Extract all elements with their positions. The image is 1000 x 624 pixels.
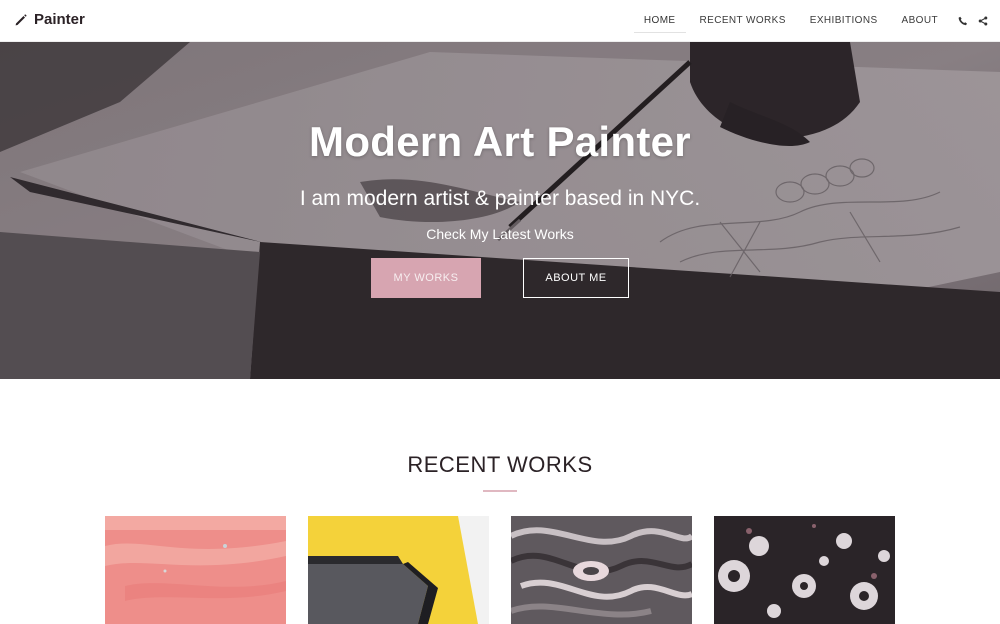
nav-exhibitions[interactable]: EXHIBITIONS (800, 0, 888, 42)
nav-about[interactable]: ABOUT (892, 0, 948, 42)
share-icon[interactable] (976, 0, 990, 42)
hero-section: Modern Art Painter I am modern artist & … (0, 42, 1000, 379)
brand-name: Painter (34, 11, 85, 28)
nav-home[interactable]: HOME (633, 0, 686, 42)
main-nav: HOME RECENT WORKS EXHIBITIONS ABOUT (632, 0, 990, 42)
work-thumbnail-ink-splatter[interactable] (714, 516, 895, 624)
pencil-icon (14, 13, 28, 27)
hero-tagline: Check My Latest Works (426, 226, 574, 242)
work-thumbnail-pink-abstract[interactable] (105, 516, 286, 624)
recent-works-heading: RECENT WORKS (407, 452, 593, 477)
nav-recent-works[interactable]: RECENT WORKS (690, 0, 796, 42)
section-divider (483, 490, 517, 492)
hero-subtitle: I am modern artist & painter based in NY… (299, 187, 701, 210)
phone-icon[interactable] (956, 0, 970, 42)
work-thumbnail-marble-swirl[interactable] (511, 516, 692, 624)
site-header: Painter HOME RECENT WORKS EXHIBITIONS AB… (0, 0, 1000, 42)
hero-title: Modern Art Painter (309, 118, 691, 165)
about-me-button[interactable]: ABOUT ME (523, 258, 629, 298)
work-thumbnail-yellow-geometric[interactable] (308, 516, 489, 624)
my-works-button[interactable]: MY WORKS (371, 258, 481, 298)
recent-works-gallery (105, 516, 897, 624)
brand-logo-link[interactable]: Painter (14, 11, 85, 28)
